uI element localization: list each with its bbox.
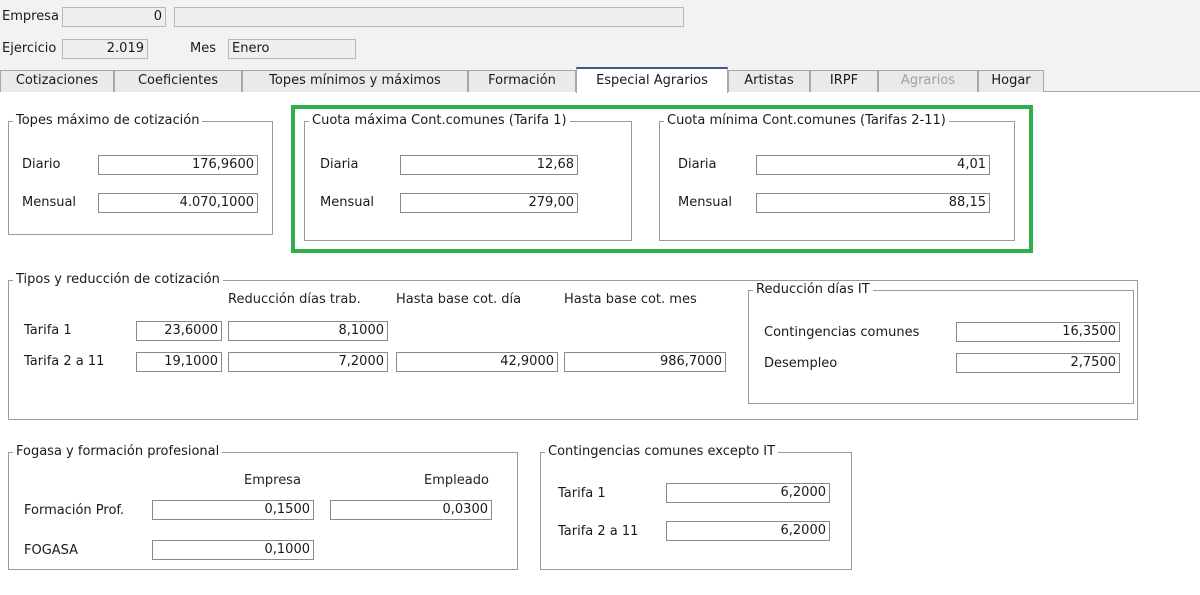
tab-coeficientes[interactable]: Coeficientes bbox=[114, 70, 242, 92]
contingencias-it-tarifa2-label: Tarifa 2 a 11 bbox=[558, 524, 639, 539]
topes-group: Topes máximo de cotización bbox=[8, 113, 273, 235]
cuota-maxima-diaria-field[interactable]: 12,68 bbox=[400, 155, 578, 175]
contingencias-it-title: Contingencias comunes excepto IT bbox=[545, 444, 779, 460]
tipos-tarifa1-reduccion-field[interactable]: 8,1000 bbox=[228, 321, 388, 341]
empresa-name-field[interactable] bbox=[174, 7, 684, 27]
cuota-maxima-mensual-field[interactable]: 279,00 bbox=[400, 193, 578, 213]
tipos-col-hasta-mes: Hasta base cot. mes bbox=[564, 292, 697, 307]
tab-formacion[interactable]: Formación bbox=[468, 70, 576, 92]
tab-cotizaciones[interactable]: Cotizaciones bbox=[0, 70, 114, 92]
tab-irpf[interactable]: IRPF bbox=[810, 70, 878, 92]
empresa-label: Empresa bbox=[2, 9, 59, 24]
cuota-maxima-group: Cuota máxima Cont.comunes (Tarifa 1) bbox=[304, 113, 632, 241]
tipos-tarifa2-tipo-field[interactable]: 19,1000 bbox=[136, 352, 222, 372]
topes-diario-field[interactable]: 176,9600 bbox=[98, 155, 258, 175]
topes-mensual-field[interactable]: 4.070,1000 bbox=[98, 193, 258, 213]
tipos-title: Tipos y reducción de cotización bbox=[13, 272, 223, 288]
tipos-tarifa2-reduccion-field[interactable]: 7,2000 bbox=[228, 352, 388, 372]
fogasa-formacion-empleado-field[interactable]: 0,0300 bbox=[330, 500, 492, 520]
reduccion-it-group: Reducción días IT bbox=[748, 282, 1134, 404]
cuota-minima-diaria-field[interactable]: 4,01 bbox=[756, 155, 990, 175]
ejercicio-field[interactable]: 2.019 bbox=[62, 39, 148, 59]
cuota-minima-title: Cuota mínima Cont.comunes (Tarifas 2-11) bbox=[664, 113, 949, 129]
tipos-tarifa2-hasta-dia-field[interactable]: 42,9000 bbox=[396, 352, 558, 372]
topes-diario-label: Diario bbox=[22, 157, 61, 172]
empresa-code-field[interactable]: 0 bbox=[62, 7, 166, 27]
tipos-tarifa1-tipo-field[interactable]: 23,6000 bbox=[136, 321, 222, 341]
fogasa-title: Fogasa y formación profesional bbox=[13, 444, 223, 460]
cuota-maxima-mensual-label: Mensual bbox=[320, 195, 375, 210]
mes-field[interactable]: Enero bbox=[228, 39, 356, 59]
tipos-col-hasta-dia: Hasta base cot. día bbox=[396, 292, 522, 307]
tab-hogar[interactable]: Hogar bbox=[978, 70, 1044, 92]
tipos-col-reduccion: Reducción días trab. bbox=[228, 292, 361, 307]
contingencias-it-group: Contingencias comunes excepto IT bbox=[540, 444, 852, 570]
cuota-minima-mensual-field[interactable]: 88,15 bbox=[756, 193, 990, 213]
reduccion-it-contingencias-field[interactable]: 16,3500 bbox=[956, 322, 1120, 342]
cuota-maxima-title: Cuota máxima Cont.comunes (Tarifa 1) bbox=[309, 113, 570, 129]
tab-agrarios: Agrarios bbox=[878, 70, 978, 92]
topes-title: Topes máximo de cotización bbox=[13, 113, 203, 129]
cuota-minima-diaria-label: Diaria bbox=[678, 157, 717, 172]
reduccion-it-desempleo-field[interactable]: 2,7500 bbox=[956, 353, 1120, 373]
fogasa-col-empresa: Empresa bbox=[244, 473, 301, 488]
contingencias-it-tarifa1-field[interactable]: 6,2000 bbox=[666, 483, 830, 503]
tipos-tarifa2-hasta-mes-field[interactable]: 986,7000 bbox=[564, 352, 726, 372]
fogasa-formacion-empresa-field[interactable]: 0,1500 bbox=[152, 500, 314, 520]
tab-especial-agrarios[interactable]: Especial Agrarios bbox=[576, 67, 728, 93]
mes-label: Mes bbox=[190, 41, 216, 56]
topes-mensual-label: Mensual bbox=[22, 195, 77, 210]
reduccion-it-contingencias-label: Contingencias comunes bbox=[764, 325, 920, 340]
tipos-row-label: Tarifa 2 a 11 bbox=[24, 354, 105, 369]
contingencias-it-tarifa1-label: Tarifa 1 bbox=[558, 486, 606, 501]
contingencias-it-tarifa2-field[interactable]: 6,2000 bbox=[666, 521, 830, 541]
cuota-minima-group: Cuota mínima Cont.comunes (Tarifas 2-11) bbox=[659, 113, 1015, 241]
tipos-row-label: Tarifa 1 bbox=[24, 323, 72, 338]
cuota-minima-mensual-label: Mensual bbox=[678, 195, 733, 210]
fogasa-formacion-label: Formación Prof. bbox=[24, 503, 125, 518]
reduccion-it-title: Reducción días IT bbox=[753, 282, 873, 298]
fogasa-fogasa-label: FOGASA bbox=[24, 543, 79, 558]
tab-topes[interactable]: Topes mínimos y máximos bbox=[242, 70, 468, 92]
tab-artistas[interactable]: Artistas bbox=[728, 70, 810, 92]
fogasa-fogasa-empresa-field[interactable]: 0,1000 bbox=[152, 540, 314, 560]
cuota-maxima-diaria-label: Diaria bbox=[320, 157, 359, 172]
ejercicio-label: Ejercicio bbox=[2, 41, 57, 56]
reduccion-it-desempleo-label: Desempleo bbox=[764, 356, 838, 371]
tab-strip: Cotizaciones Coeficientes Topes mínimos … bbox=[0, 67, 1200, 93]
fogasa-col-empleado: Empleado bbox=[424, 473, 489, 488]
